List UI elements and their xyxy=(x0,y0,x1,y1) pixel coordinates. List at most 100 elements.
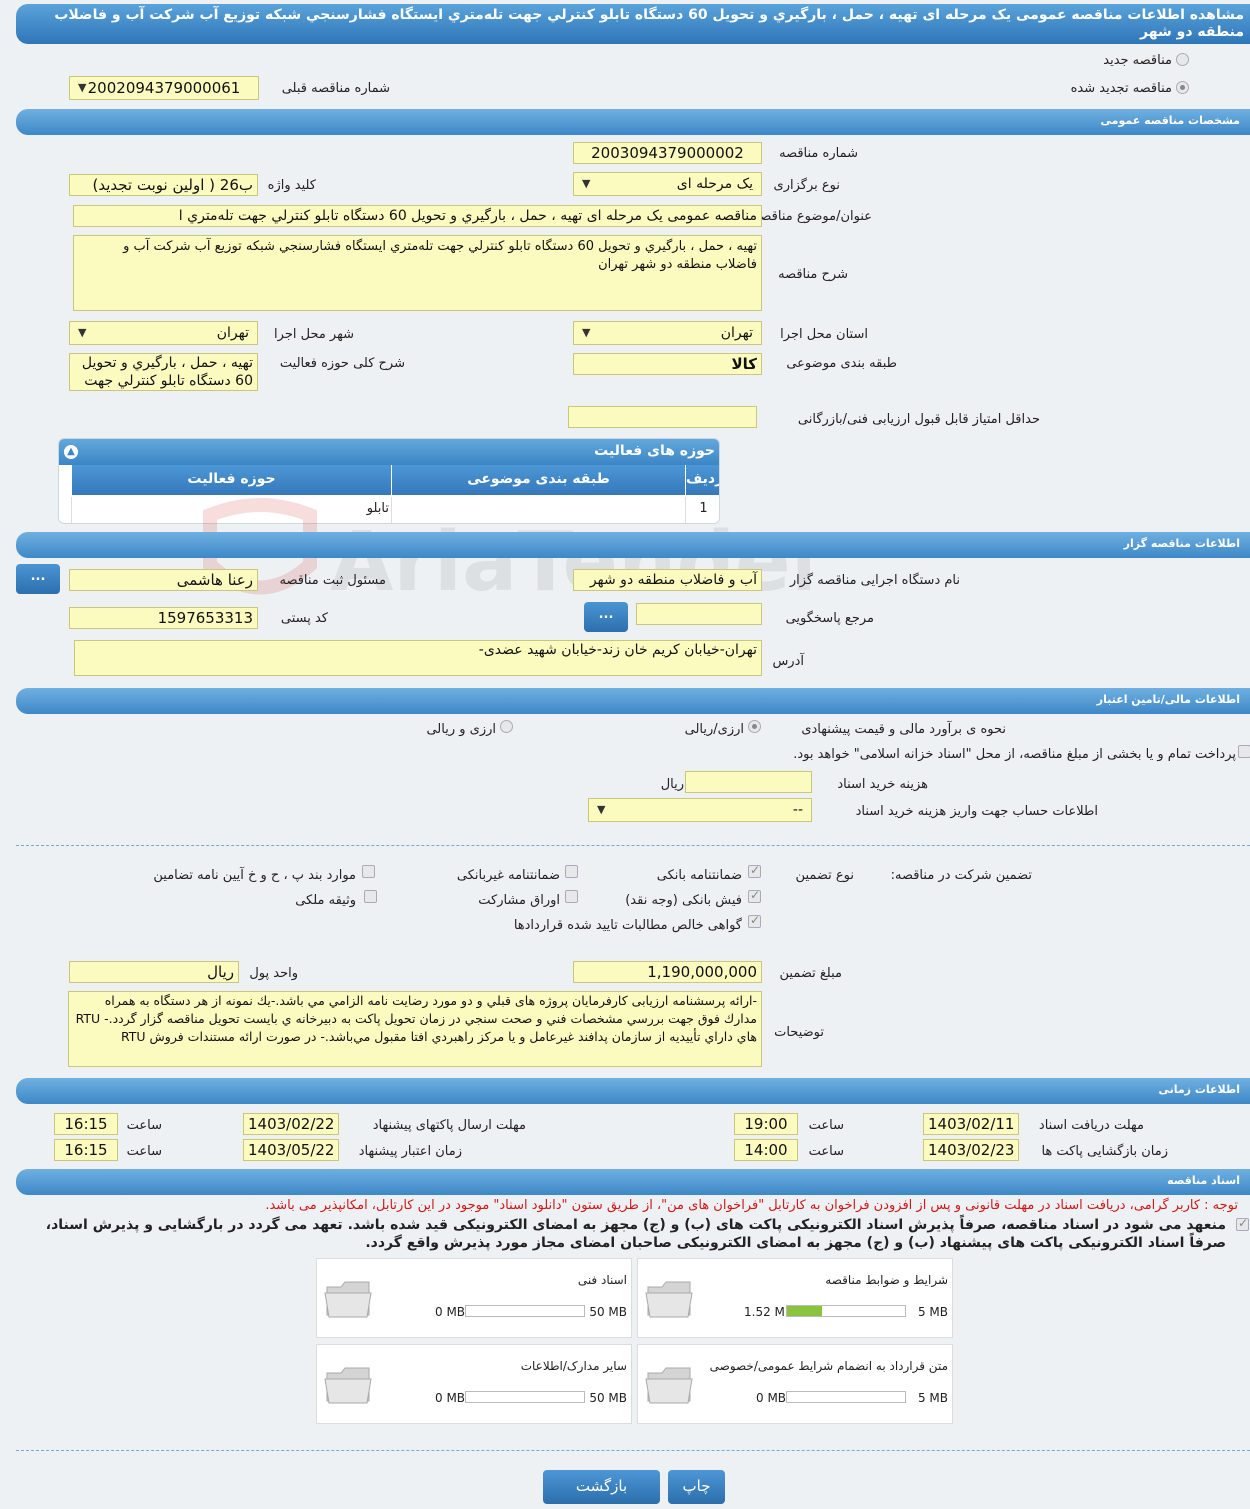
print-button[interactable]: چاپ xyxy=(668,1470,725,1504)
tender-type-select[interactable]: یک مرحله ای ▼ xyxy=(573,172,762,196)
file-progress-fill xyxy=(787,1306,823,1316)
rial-label: ارزی/ریالی xyxy=(684,722,744,737)
ref-field[interactable] xyxy=(636,603,762,625)
doc-cost-unit: ریال xyxy=(660,777,684,792)
send-deadline-label: مهلت ارسال پاکتهای پیشنهاد xyxy=(372,1118,526,1133)
doc-deadline-time-label: ساعت xyxy=(808,1118,844,1133)
chevron-down-icon: ▼ xyxy=(597,803,606,816)
treasury-label: پرداخت تمام و یا بخشی از مبلغ مناقصه، از… xyxy=(793,747,1236,762)
opening-date[interactable]: 1403/02/23 xyxy=(923,1139,1019,1161)
page-title: مشاهده اطلاعات مناقصه عمومی یک مرحله ای … xyxy=(54,7,1244,40)
file-box-technical[interactable]: اسناد فنی 0 MB 50 MB xyxy=(316,1258,632,1338)
documents-notice: توجه : کاربر گرامی، دریافت اسناد در مهلت… xyxy=(265,1198,1238,1213)
send-deadline-date[interactable]: 1403/02/22 xyxy=(243,1113,339,1135)
cash-checkbox[interactable] xyxy=(748,888,761,903)
doc-deadline-label: مهلت دریافت اسناد xyxy=(1038,1118,1144,1133)
send-deadline-time[interactable]: 16:15 xyxy=(54,1113,118,1135)
bonds-label: اوراق مشارکت xyxy=(478,893,560,908)
clauses-checkbox[interactable] xyxy=(362,865,375,878)
file-progress-bar xyxy=(786,1391,906,1403)
account-label: اطلاعات حساب جهت واریز هزینه خرید اسناد xyxy=(855,804,1098,819)
subject-field[interactable]: مناقصه عمومی یک مرحله ای تهیه ، حمل ، با… xyxy=(73,205,762,227)
postal-field[interactable]: 1597653313 xyxy=(69,607,258,629)
file-max-size: 5 MB xyxy=(917,1305,948,1319)
validity-time-label: ساعت xyxy=(126,1144,162,1159)
province-select[interactable]: تهران ▼ xyxy=(573,321,762,345)
category-label: طبقه بندی موضوعی xyxy=(786,356,897,371)
keyword-label: کلید واژه xyxy=(267,178,316,193)
file-current-size: 0 MB xyxy=(435,1305,466,1319)
activity-desc-field[interactable]: تهیه ، حمل ، بارگیري و تحویل 60 دستگاه ت… xyxy=(69,353,258,391)
section-financial-title: اطلاعات مالی/تامین اعتبار xyxy=(1096,693,1240,706)
validity-label: زمان اعتبار پیشنهاد xyxy=(358,1144,462,1159)
file-progress-bar xyxy=(465,1391,585,1403)
doc-deadline-time[interactable]: 19:00 xyxy=(734,1113,798,1135)
chevron-down-icon: ▼ xyxy=(582,326,591,339)
account-select[interactable]: -- ▼ xyxy=(588,798,812,822)
doc-cost-field[interactable] xyxy=(685,771,812,793)
currency-label: واحد پول xyxy=(249,966,298,981)
account-value: -- xyxy=(792,802,803,818)
folder-icon xyxy=(324,1367,372,1404)
commitment-text: منعهد می شود در اسناد مناقصه، صرفاً پذیر… xyxy=(14,1216,1244,1252)
section-organizer-title: اطلاعات مناقصه گزار xyxy=(1123,537,1240,550)
divider xyxy=(16,1450,1250,1451)
bank-guarantee-label: ضمانتنامه بانکی xyxy=(656,868,742,883)
description-field[interactable]: تهیه ، حمل ، بارگیري و تحویل 60 دستگاه ت… xyxy=(73,235,762,311)
keyword-field[interactable]: ب26 ( اولین نوبت تجدید) xyxy=(69,174,258,196)
doc-deadline-date[interactable]: 1403/02/11 xyxy=(923,1113,1019,1135)
rial-radio[interactable] xyxy=(748,720,761,733)
file-box-contract[interactable]: متن قرارداد به انضمام شرایط عمومی/خصوصی … xyxy=(637,1344,953,1424)
chevron-down-icon: ▼ xyxy=(78,81,87,94)
category-field[interactable]: کالا xyxy=(573,353,762,375)
tender-number-label: شماره مناقصه xyxy=(779,146,858,161)
file-title: شرایط و ضوابط مناقصه xyxy=(825,1273,948,1287)
property-checkbox[interactable] xyxy=(364,890,377,903)
city-select[interactable]: تهران ▼ xyxy=(69,321,258,345)
new-tender-radio[interactable] xyxy=(1176,53,1189,66)
prev-number-select[interactable]: 2002094379000061 ▼ xyxy=(69,76,259,100)
divider xyxy=(16,845,1250,846)
back-button[interactable]: بازگشت xyxy=(543,1470,660,1504)
validity-date[interactable]: 1403/05/22 xyxy=(243,1139,339,1161)
file-box-other[interactable]: سایر مدارک/اطلاعات 0 MB 50 MB xyxy=(316,1344,632,1424)
grid-header: حوزه های فعالیت ▲ xyxy=(59,439,719,465)
file-current-size: 0 MB xyxy=(435,1391,466,1405)
notes-field[interactable]: -ارائه پرسشنامه ارزیابی کارفرمایان پروژه… xyxy=(68,991,762,1067)
property-label: وثیقه ملکی xyxy=(295,893,356,908)
province-label: استان محل اجرا xyxy=(780,327,868,342)
claims-checkbox[interactable] xyxy=(748,913,761,928)
address-field[interactable]: تهران-خیابان کریم خان زند-خیابان شهید عض… xyxy=(74,640,762,676)
file-box-conditions[interactable]: شرایط و ضوابط مناقصه 1.52 MB 5 MB xyxy=(637,1258,953,1338)
org-field[interactable]: آب و فاضلاب منطقه دو شهر xyxy=(573,569,762,591)
tender-number-field[interactable]: 2003094379000002 xyxy=(573,142,762,164)
treasury-checkbox[interactable] xyxy=(1238,745,1250,758)
notes-label: توضیحات xyxy=(774,1025,824,1040)
title-bar: مشاهده اطلاعات مناقصه عمومی یک مرحله ای … xyxy=(16,4,1250,44)
bonds-checkbox[interactable] xyxy=(565,890,578,903)
responsible-label: مسئول ثبت مناقصه xyxy=(279,573,386,588)
col-header-row: ردیف xyxy=(685,465,719,495)
fx-radio[interactable] xyxy=(500,720,513,733)
nonbank-guarantee-checkbox[interactable] xyxy=(565,865,578,878)
doc-cost-label: هزینه خرید اسناد xyxy=(837,777,928,792)
renewed-tender-radio[interactable] xyxy=(1176,81,1189,94)
new-tender-label: مناقصه جدید xyxy=(1103,53,1172,68)
validity-time[interactable]: 16:15 xyxy=(54,1139,118,1161)
select-ref-button[interactable]: ... xyxy=(584,602,628,632)
currency-field[interactable]: ریال xyxy=(69,961,239,983)
col-header-category: طبقه بندی موضوعی xyxy=(391,465,685,495)
collapse-icon[interactable]: ▲ xyxy=(64,445,78,459)
select-responsible-button[interactable]: ... xyxy=(16,564,60,594)
min-score-field[interactable] xyxy=(568,406,757,428)
opening-time[interactable]: 14:00 xyxy=(734,1139,798,1161)
folder-icon xyxy=(645,1281,693,1318)
responsible-field[interactable]: رعنا هاشمی xyxy=(69,569,258,591)
amount-field[interactable]: 1,190,000,000 xyxy=(573,961,762,983)
grid-title: حوزه های فعالیت xyxy=(594,443,715,459)
section-documents-title: اسناد مناقصه xyxy=(1167,1174,1240,1187)
province-value: تهران xyxy=(720,325,753,341)
tender-type-label: نوع برگزاری xyxy=(773,178,840,193)
bank-guarantee-checkbox[interactable] xyxy=(748,863,761,878)
claims-label: گواهی خالص مطالبات تایید شده قراردادها xyxy=(513,918,742,933)
